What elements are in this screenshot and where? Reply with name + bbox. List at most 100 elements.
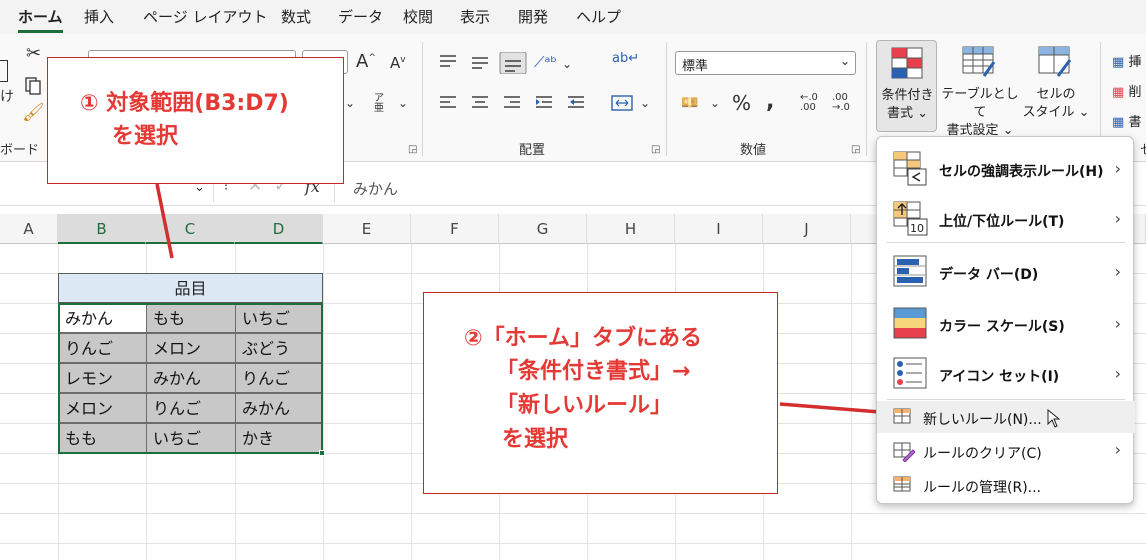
cells-group: ▦ 挿 ▦ 削 ▦ 書 — [1112, 48, 1141, 138]
currency-icon[interactable]: 💴 — [681, 96, 698, 110]
callout-pointer-line — [155, 183, 174, 259]
menu-separator — [887, 399, 1125, 400]
format-painter-icon[interactable]: 🖌 — [22, 104, 45, 122]
tab-insert[interactable]: 挿入 — [84, 6, 114, 27]
menu-item-icon-sets[interactable]: アイコン セット(I) › — [877, 351, 1135, 399]
wrap-text-icon[interactable]: ab↵ — [612, 52, 639, 65]
furigana-icon[interactable]: ア亜 — [372, 94, 386, 114]
tab-home[interactable]: ホーム — [18, 6, 63, 33]
table-cell[interactable]: みかん — [58, 303, 147, 333]
table-header-cell[interactable]: 品目 — [58, 273, 323, 303]
table-cell[interactable]: りんご — [58, 333, 147, 363]
menu-separator — [887, 242, 1125, 243]
tab-help[interactable]: ヘルプ — [576, 6, 621, 27]
ribbon-tab-bar: ホーム 挿入 ページ レイアウト 数式 データ 校閲 表示 開発 ヘルプ — [0, 0, 1146, 34]
column-header[interactable]: I — [675, 214, 763, 244]
tab-data[interactable]: データ — [338, 6, 383, 27]
format-cells-button[interactable]: ▦ 書 — [1112, 108, 1141, 138]
font-dialog-launcher-icon[interactable]: ◲ — [408, 144, 417, 155]
tab-view[interactable]: 表示 — [460, 6, 490, 27]
insert-cells-button[interactable]: ▦ 挿 — [1112, 48, 1141, 78]
table-cell[interactable]: りんご — [235, 363, 323, 393]
menu-item-data-bars[interactable]: データ バー(D) › — [877, 247, 1135, 297]
scissors-icon[interactable]: ✂ — [26, 45, 41, 63]
chevron-down-icon[interactable]: ⌄ — [345, 97, 355, 109]
chevron-right-icon: › — [1114, 364, 1121, 383]
table-cell[interactable]: メロン — [146, 333, 236, 363]
table-cell[interactable]: みかん — [235, 393, 323, 423]
menu-item-clear-rules[interactable]: ルールのクリア(C) › — [877, 435, 1135, 467]
grid-line — [323, 244, 324, 560]
manage-rules-icon — [893, 476, 911, 492]
chevron-right-icon: › — [1114, 314, 1121, 333]
font-grow-icon[interactable]: A^ — [356, 53, 376, 71]
menu-item-new-rule[interactable]: 新しいルール(N)... — [877, 401, 1135, 433]
font-shrink-icon[interactable]: Av — [390, 56, 406, 71]
group-separator — [666, 42, 667, 156]
increase-decimal-icon[interactable]: ←.0.00 — [800, 93, 818, 113]
table-cell[interactable]: いちご — [146, 423, 236, 453]
percent-icon[interactable]: % — [732, 93, 751, 113]
conditional-formatting-menu: セルの強調表示ルール(H) › 10 上位/下位ルール(T) › データ バー(… — [876, 136, 1135, 504]
chevron-down-icon[interactable]: ⌄ — [710, 97, 720, 109]
conditional-formatting-button[interactable]: 条件付き 書式 ⌄ — [876, 40, 937, 132]
table-cell[interactable]: もも — [146, 303, 236, 333]
chevron-down-icon: ⌄ — [917, 106, 929, 122]
alignment-dialog-launcher-icon[interactable]: ◲ — [651, 144, 660, 155]
column-header[interactable]: E — [323, 214, 411, 244]
fill-handle[interactable] — [319, 450, 325, 456]
paste-icon[interactable] — [0, 60, 8, 82]
menu-label: カラー スケール(S) — [939, 319, 1065, 335]
chevron-down-icon[interactable]: ⌄ — [640, 97, 650, 109]
number-format-value: 標準 — [682, 59, 709, 74]
column-header[interactable]: G — [499, 214, 587, 244]
table-cell[interactable]: みかん — [146, 363, 236, 393]
column-header[interactable]: J — [763, 214, 851, 244]
column-header[interactable]: A — [0, 214, 58, 244]
number-format-combo[interactable]: 標準 ⌄ — [675, 51, 856, 75]
format-as-table-icon — [962, 46, 996, 77]
number-group-label: 数値 — [740, 143, 767, 158]
format-table-label-1: テーブルとして — [941, 87, 1019, 121]
paste-label[interactable]: け — [0, 90, 14, 104]
menu-item-topbottom-rules[interactable]: 10 上位/下位ルール(T) › — [877, 195, 1135, 241]
tab-review[interactable]: 校閲 — [403, 6, 433, 27]
table-cell[interactable]: もも — [58, 423, 147, 453]
chevron-down-icon[interactable]: ⌄ — [562, 58, 572, 70]
menu-item-highlight-rules[interactable]: セルの強調表示ルール(H) › — [877, 145, 1135, 193]
chevron-down-icon[interactable]: ⌄ — [398, 97, 408, 109]
clipboard-group-label: ボード — [0, 143, 40, 158]
copy-icon[interactable] — [24, 76, 42, 96]
new-rule-icon — [893, 408, 911, 424]
chevron-right-icon: › — [1114, 209, 1121, 228]
number-dialog-launcher-icon[interactable]: ◲ — [851, 144, 860, 155]
column-header[interactable]: B — [58, 214, 146, 244]
orientation-icon[interactable]: ⟋ᵃᵇ — [534, 55, 557, 70]
column-header[interactable]: F — [411, 214, 499, 244]
column-header[interactable]: D — [235, 214, 323, 244]
cells-group-label: セ — [1140, 139, 1146, 158]
tab-page-layout[interactable]: ページ レイアウト — [143, 6, 267, 27]
decrease-decimal-icon[interactable]: .00 →.0 — [832, 93, 850, 113]
table-cell[interactable]: かき — [235, 423, 323, 453]
cell-styles-button[interactable]: セルの スタイル ⌄ — [1022, 40, 1090, 132]
menu-item-color-scales[interactable]: カラー スケール(S) › — [877, 299, 1135, 349]
table-cell[interactable]: いちご — [235, 303, 323, 333]
format-as-table-button[interactable]: テーブルとして 書式設定 ⌄ — [940, 40, 1020, 138]
menu-item-manage-rules[interactable]: ルールの管理(R)... — [877, 469, 1135, 501]
callout-new-rule: ②「ホーム」タブにある 「条件付き書式」→ 「新しいルール」 を選択 — [423, 292, 778, 494]
tab-developer[interactable]: 開発 — [518, 6, 548, 27]
topbottom-rules-icon: 10 — [893, 201, 928, 236]
delete-cells-button[interactable]: ▦ 削 — [1112, 78, 1141, 108]
grid-line — [0, 543, 1146, 544]
tab-formulas[interactable]: 数式 — [281, 6, 311, 27]
table-cell[interactable]: りんご — [146, 393, 236, 423]
icon-sets-icon — [893, 357, 927, 389]
table-cell[interactable]: メロン — [58, 393, 147, 423]
table-cell[interactable]: レモン — [58, 363, 147, 393]
table-cell[interactable]: ぶどう — [235, 333, 323, 363]
column-header[interactable]: H — [587, 214, 675, 244]
merge-center-icon[interactable] — [611, 94, 633, 112]
callout2-line1: ②「ホーム」タブにある — [464, 326, 702, 351]
comma-style-icon[interactable]: , — [766, 91, 774, 113]
